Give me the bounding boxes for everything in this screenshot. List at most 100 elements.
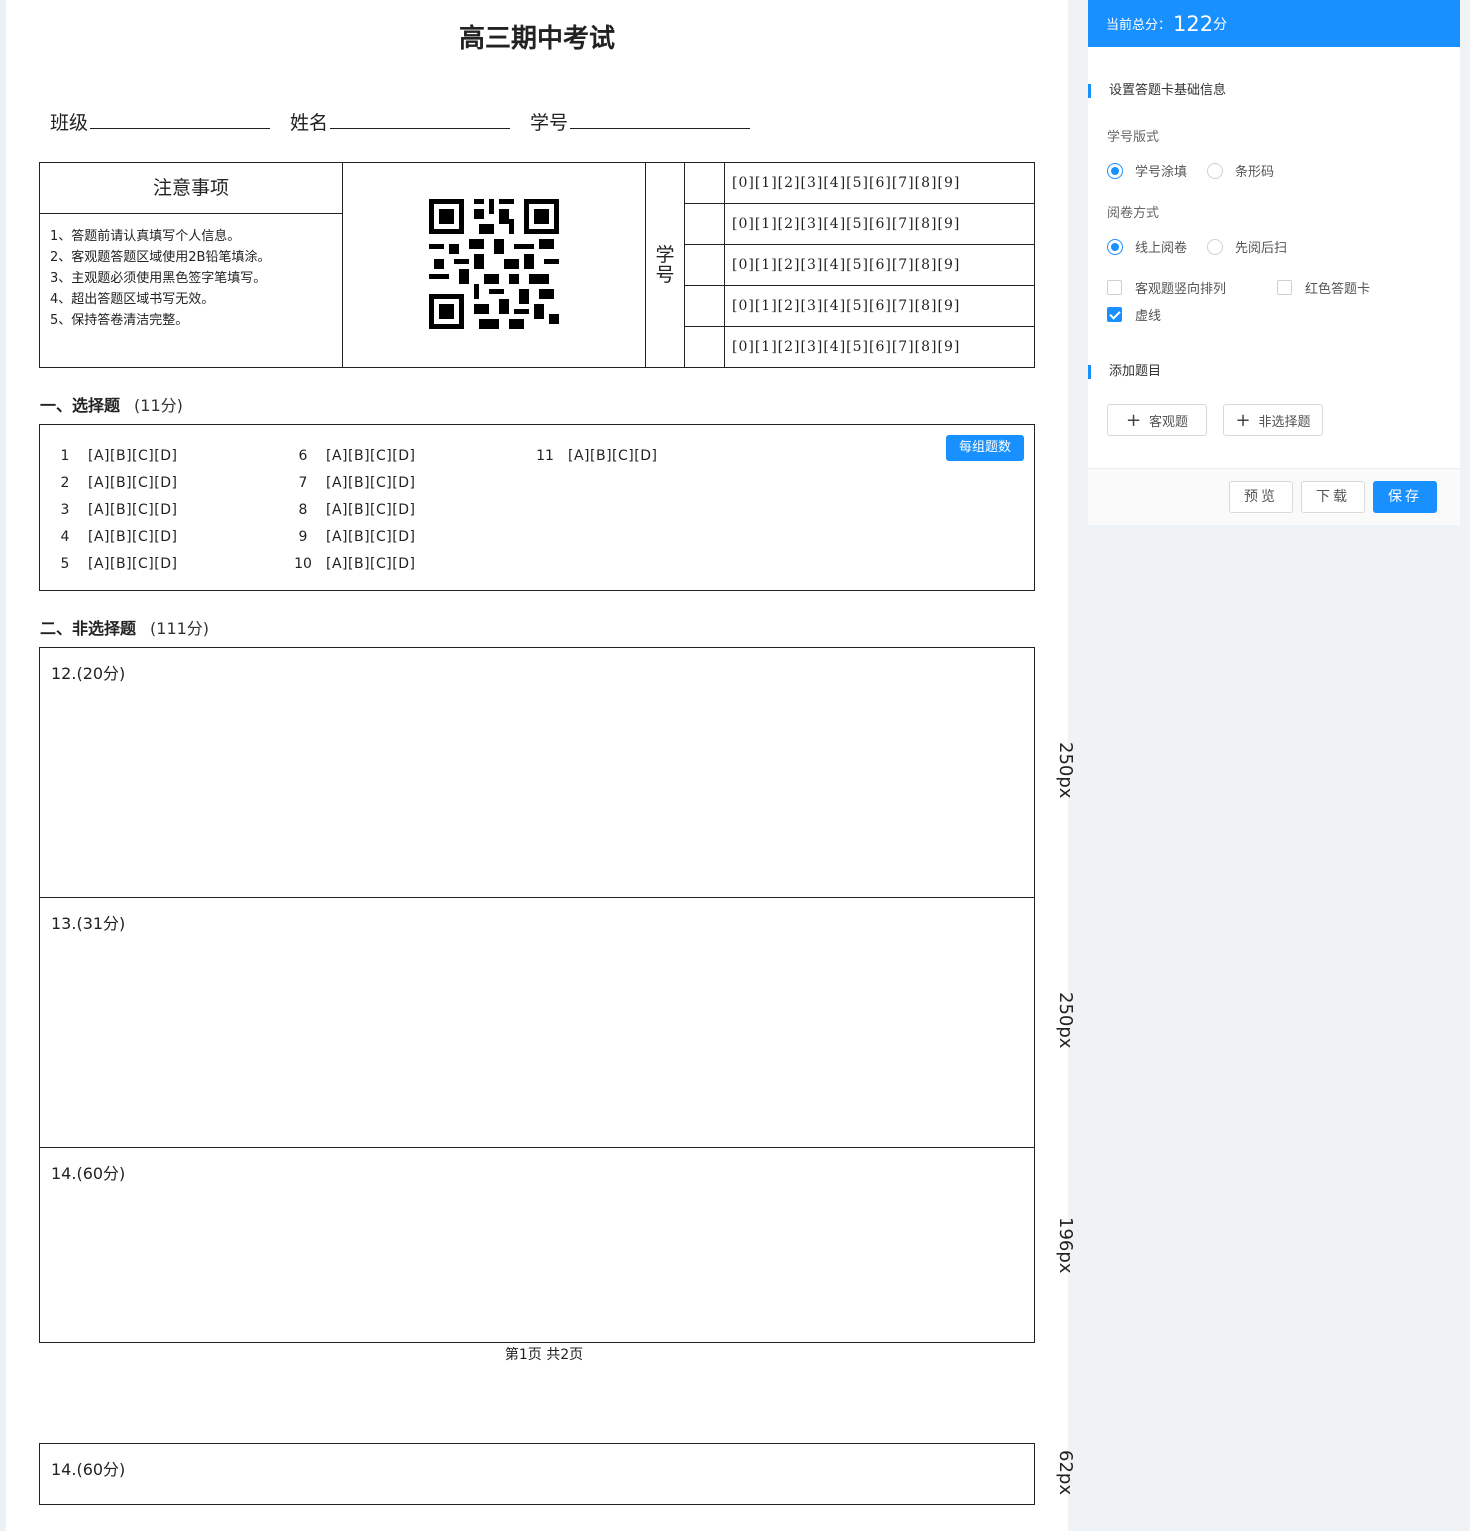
notice-item: 1、答题前请认真填写个人信息。 bbox=[50, 229, 241, 244]
section1-score: (11分) bbox=[134, 396, 183, 415]
class-field-label: 班级 bbox=[50, 112, 89, 134]
answer-box-q14-continued[interactable]: 14.(60分) bbox=[39, 1443, 1035, 1505]
mc-column: 11 [A][B][C][D] bbox=[532, 443, 657, 470]
student-id-digits[interactable]: [0][1][2][3][4][5][6][7][8][9] bbox=[725, 286, 1035, 326]
radio-selected-icon bbox=[1107, 162, 1123, 179]
radio-id-fill[interactable]: 学号涂填 bbox=[1107, 161, 1187, 180]
qr-code-icon bbox=[429, 199, 559, 329]
answer-box-q14[interactable]: 14.(60分) bbox=[39, 1147, 1035, 1343]
header-box: 注意事项 1、答题前请认真填写个人信息。 2、客观题答题区域使用2B铅笔填涂。 … bbox=[39, 162, 1035, 368]
add-objective-button[interactable]: + 客观题 bbox=[1107, 404, 1207, 436]
mc-question[interactable]: 4 [A][B][C][D] bbox=[52, 524, 177, 551]
notice-list: 1、答题前请认真填写个人信息。 2、客观题答题区域使用2B铅笔填涂。 3、主观题… bbox=[40, 214, 342, 343]
total-score-label: 当前总分： bbox=[1106, 18, 1172, 33]
student-id-row: [0][1][2][3][4][5][6][7][8][9] bbox=[685, 286, 1035, 327]
multiple-choice-box: 1 [A][B][C][D] 2 [A][B][C][D] 3 [A][B][C][D… bbox=[39, 424, 1035, 591]
student-id-input-cell[interactable] bbox=[685, 327, 725, 368]
answer-box-label: 14.(60分) bbox=[51, 1164, 126, 1183]
radio-empty-icon bbox=[1207, 238, 1223, 255]
notice-item: 4、超出答题区域书写无效。 bbox=[50, 292, 215, 307]
mc-question[interactable]: 11 [A][B][C][D] bbox=[532, 443, 657, 470]
checkbox-dashed-line[interactable]: 虚线 bbox=[1107, 305, 1161, 324]
plus-icon: + bbox=[1235, 409, 1251, 431]
radio-empty-icon bbox=[1207, 162, 1223, 179]
student-id-row: [0][1][2][3][4][5][6][7][8][9] bbox=[685, 327, 1035, 368]
student-id-digits[interactable]: [0][1][2][3][4][5][6][7][8][9] bbox=[725, 163, 1035, 203]
section1-title: 一、选择题 bbox=[40, 396, 121, 415]
box-height-label[interactable]: 250px bbox=[1055, 742, 1076, 798]
section2-title: 二、非选择题 bbox=[40, 619, 137, 638]
radio-review-then-scan[interactable]: 先阅后扫 bbox=[1207, 237, 1287, 256]
answer-box-label: 12.(20分) bbox=[51, 664, 126, 683]
add-question-title: 添加题目 bbox=[1088, 365, 1161, 379]
notice-section: 注意事项 1、答题前请认真填写个人信息。 2、客观题答题区域使用2B铅笔填涂。 … bbox=[40, 163, 343, 367]
checkbox-empty-icon bbox=[1277, 280, 1292, 295]
student-number-field-line bbox=[570, 128, 750, 129]
plus-icon: + bbox=[1125, 409, 1142, 431]
mc-column: 6 [A][B][C][D] 7 [A][B][C][D] 8 [A][B][C][D… bbox=[290, 443, 415, 578]
notice-title: 注意事项 bbox=[40, 163, 342, 214]
student-number-field-label: 学号 bbox=[530, 112, 569, 134]
exam-title: 高三期中考试 bbox=[458, 24, 615, 54]
total-score-value: 122 bbox=[1173, 11, 1214, 36]
radio-barcode[interactable]: 条形码 bbox=[1207, 161, 1274, 180]
checkbox-red-card[interactable]: 红色答题卡 bbox=[1277, 278, 1370, 297]
student-id-label: 学号 bbox=[646, 163, 685, 367]
save-button[interactable]: 保存 bbox=[1373, 481, 1437, 513]
review-mode-label: 阅卷方式 bbox=[1107, 206, 1160, 221]
mc-question[interactable]: 6 [A][B][C][D] bbox=[290, 443, 415, 470]
id-format-label: 学号版式 bbox=[1107, 130, 1160, 145]
name-field-line bbox=[330, 128, 510, 129]
mc-question[interactable]: 5 [A][B][C][D] bbox=[52, 551, 177, 578]
student-id-digits[interactable]: [0][1][2][3][4][5][6][7][8][9] bbox=[725, 245, 1035, 285]
student-id-row: [0][1][2][3][4][5][6][7][8][9] bbox=[685, 163, 1035, 204]
panel-footer: 预览 下载 保存 bbox=[1088, 468, 1460, 525]
qr-code-area bbox=[343, 163, 646, 367]
answer-box-q13[interactable]: 13.(31分) bbox=[39, 897, 1035, 1148]
box-height-label[interactable]: 196px bbox=[1055, 1217, 1076, 1273]
answer-box-label: 14.(60分) bbox=[51, 1460, 126, 1479]
download-button[interactable]: 下载 bbox=[1301, 481, 1365, 513]
box-height-label[interactable]: 62px bbox=[1055, 1450, 1076, 1495]
name-field-label: 姓名 bbox=[290, 112, 329, 134]
mc-question[interactable]: 7 [A][B][C][D] bbox=[290, 470, 415, 497]
section2-score: (111分) bbox=[150, 619, 210, 638]
checkbox-objective-vertical[interactable]: 客观题竖向排列 bbox=[1107, 278, 1226, 297]
preview-button[interactable]: 预览 bbox=[1229, 481, 1293, 513]
basic-info-title: 设置答题卡基础信息 bbox=[1088, 84, 1226, 98]
answer-box-q12[interactable]: 12.(20分) bbox=[39, 647, 1035, 898]
notice-item: 5、保持答卷清洁完整。 bbox=[50, 313, 189, 328]
student-id-digits[interactable]: [0][1][2][3][4][5][6][7][8][9] bbox=[725, 204, 1035, 244]
answer-sheet: 高三期中考试 班级 姓名 学号 注意事项 1、答题前请认真填写个人信息。 2、客… bbox=[6, 0, 1076, 1531]
checkbox-empty-icon bbox=[1107, 280, 1122, 295]
per-group-count-button[interactable]: 每组题数 bbox=[946, 435, 1024, 461]
answer-box-label: 13.(31分) bbox=[51, 914, 126, 933]
add-subjective-button[interactable]: + 非选择题 bbox=[1223, 404, 1323, 436]
section1-heading: 一、选择题 (11分) bbox=[40, 392, 183, 416]
radio-selected-icon bbox=[1107, 238, 1123, 255]
radio-online-review[interactable]: 线上阅卷 bbox=[1107, 237, 1187, 256]
student-id-input-cell[interactable] bbox=[685, 286, 725, 326]
student-id-grid: [0][1][2][3][4][5][6][7][8][9] [0][1][2]… bbox=[685, 163, 1035, 368]
student-id-input-cell[interactable] bbox=[685, 204, 725, 244]
mc-question[interactable]: 10 [A][B][C][D] bbox=[290, 551, 415, 578]
mc-question[interactable]: 1 [A][B][C][D] bbox=[52, 443, 177, 470]
page-number: 第1页 共2页 bbox=[504, 1347, 584, 1363]
student-id-row: [0][1][2][3][4][5][6][7][8][9] bbox=[685, 204, 1035, 245]
total-score-header: 当前总分： 122 分 bbox=[1088, 0, 1460, 47]
class-field-line bbox=[90, 128, 270, 129]
checkbox-checked-icon bbox=[1107, 307, 1122, 322]
mc-question[interactable]: 8 [A][B][C][D] bbox=[290, 497, 415, 524]
mc-question[interactable]: 3 [A][B][C][D] bbox=[52, 497, 177, 524]
notice-item: 2、客观题答题区域使用2B铅笔填涂。 bbox=[50, 250, 271, 265]
settings-panel: 当前总分： 122 分 设置答题卡基础信息 学号版式 学号涂填 条形码 阅卷方式… bbox=[1088, 0, 1460, 525]
total-score-unit: 分 bbox=[1213, 16, 1228, 33]
mc-question[interactable]: 9 [A][B][C][D] bbox=[290, 524, 415, 551]
student-id-row: [0][1][2][3][4][5][6][7][8][9] bbox=[685, 245, 1035, 286]
box-height-label[interactable]: 250px bbox=[1055, 992, 1076, 1048]
student-id-input-cell[interactable] bbox=[685, 245, 725, 285]
mc-question[interactable]: 2 [A][B][C][D] bbox=[52, 470, 177, 497]
student-id-input-cell[interactable] bbox=[685, 163, 725, 203]
notice-item: 3、主观题必须使用黑色签字笔填写。 bbox=[50, 271, 267, 286]
student-id-digits[interactable]: [0][1][2][3][4][5][6][7][8][9] bbox=[725, 327, 1035, 368]
